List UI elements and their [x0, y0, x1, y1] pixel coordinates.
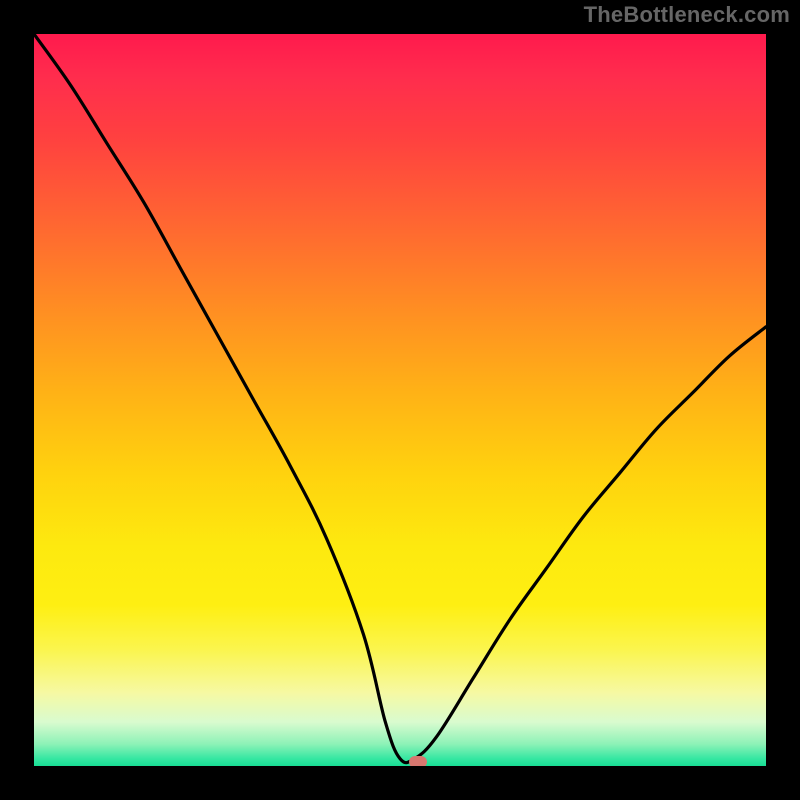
chart-frame: TheBottleneck.com [0, 0, 800, 800]
attribution-label: TheBottleneck.com [584, 2, 790, 28]
plot-area [34, 34, 766, 766]
optimal-marker [409, 756, 427, 766]
bottleneck-curve [34, 34, 766, 766]
